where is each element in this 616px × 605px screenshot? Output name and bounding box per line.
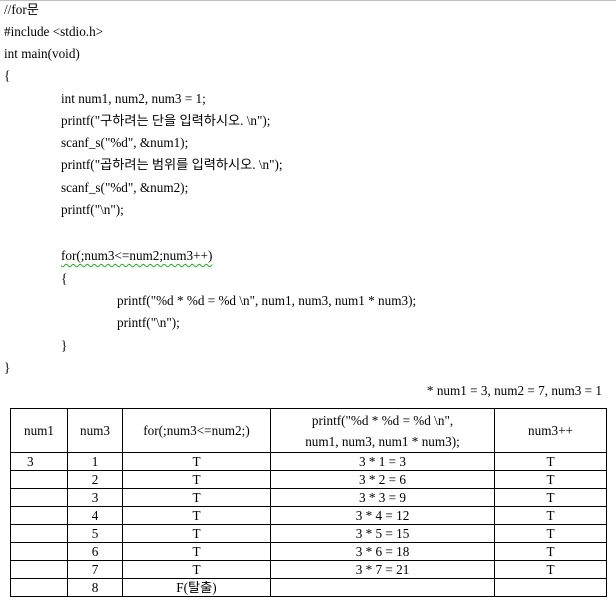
cell-num3: 6 — [67, 542, 123, 561]
variable-note: * num1 = 3, num2 = 7, num3 = 1 — [426, 383, 602, 398]
table-row: 3 T 3 * 3 = 9 T — [10, 488, 607, 507]
cell-num3: 1 — [67, 452, 123, 471]
code-line-for-open-brace: { — [61, 271, 68, 286]
code-line-printf-prompt1: printf("구하려는 단을 입력하시오. \n"); — [61, 113, 271, 128]
cell-increment: T — [494, 506, 607, 525]
code-line-scanf2: scanf_s("%d", &num2); — [61, 180, 189, 195]
code-line-close-brace: } — [4, 360, 11, 375]
code-line-for-close-brace: } — [61, 338, 68, 353]
header-printf-line1: printf("%d * %d = %d \n", — [311, 412, 454, 428]
code-line-printf-prompt2: printf("곱하려는 범위를 입력하시오. \n"); — [61, 157, 283, 172]
cell-output: 3 * 4 = 12 — [270, 506, 495, 525]
cell-output: 3 * 6 = 18 — [270, 542, 495, 561]
cell-num1 — [10, 560, 68, 579]
table-row: 2 T 3 * 2 = 6 T — [10, 470, 607, 489]
table-row: 6 T 3 * 6 = 18 T — [10, 542, 607, 561]
cell-condition: T — [122, 524, 271, 543]
header-printf: printf("%d * %d = %d \n", num1, num3, nu… — [270, 408, 495, 453]
code-line-for: for(;num3<=num2;num3++) — [61, 248, 213, 263]
cell-condition: F(탈출) — [122, 578, 271, 597]
cell-increment: T — [494, 470, 607, 489]
cell-num3: 7 — [67, 560, 123, 579]
cell-increment: T — [494, 524, 607, 543]
cell-num1 — [10, 542, 68, 561]
cell-num1 — [10, 488, 68, 507]
cell-condition: T — [122, 452, 271, 471]
cell-num3: 5 — [67, 524, 123, 543]
cell-condition: T — [122, 542, 271, 561]
cell-condition: T — [122, 488, 271, 507]
code-line-scanf1: scanf_s("%d", &num1); — [61, 135, 189, 150]
cell-output: 3 * 7 = 21 — [270, 560, 495, 579]
cell-condition: T — [122, 470, 271, 489]
cell-num1 — [10, 578, 68, 597]
header-num1: num1 — [10, 408, 68, 453]
code-line-comment: //for문 — [4, 2, 39, 17]
table-row: 5 T 3 * 5 = 15 T — [10, 524, 607, 543]
cell-increment: T — [494, 560, 607, 579]
trace-table-header-row: num1 num3 for(;num3<=num2;) printf("%d *… — [10, 408, 607, 453]
cell-num3: 3 — [67, 488, 123, 507]
cell-output — [270, 578, 495, 597]
cell-increment: T — [494, 542, 607, 561]
page-top-border — [0, 0, 616, 1]
cell-num3: 2 — [67, 470, 123, 489]
cell-num1 — [10, 470, 68, 489]
code-line-open-brace: { — [4, 68, 11, 83]
code-line-main: int main(void) — [4, 46, 80, 61]
code-line-declare: int num1, num2, num3 = 1; — [61, 91, 206, 106]
header-for-condition: for(;num3<=num2;) — [122, 408, 271, 453]
header-printf-line2: num1, num3, num1 * num3); — [305, 433, 460, 449]
cell-increment: T — [494, 452, 607, 471]
cell-num1 — [10, 506, 68, 525]
code-line-printf-newline: printf("\n"); — [61, 202, 124, 217]
code-line-include: #include <stdio.h> — [4, 24, 104, 39]
table-row: 3 1 T 3 * 1 = 3 T — [10, 452, 607, 471]
cell-num3: 8 — [67, 578, 123, 597]
trace-table: num1 num3 for(;num3<=num2;) printf("%d *… — [10, 408, 607, 597]
cell-condition: T — [122, 560, 271, 579]
cell-num3: 4 — [67, 506, 123, 525]
cell-output: 3 * 1 = 3 — [270, 452, 495, 471]
header-increment: num3++ — [494, 408, 607, 453]
table-row: 8 F(탈출) — [10, 578, 607, 597]
table-row: 4 T 3 * 4 = 12 T — [10, 506, 607, 525]
header-num3: num3 — [67, 408, 123, 453]
cell-num1 — [10, 524, 68, 543]
cell-output: 3 * 2 = 6 — [270, 470, 495, 489]
cell-condition: T — [122, 506, 271, 525]
cell-num1: 3 — [10, 452, 68, 471]
code-line-printf-newline2: printf("\n"); — [117, 315, 180, 330]
code-line-printf-result: printf("%d * %d = %d \n", num1, num3, nu… — [117, 293, 417, 308]
cell-increment: T — [494, 488, 607, 507]
table-row: 7 T 3 * 7 = 21 T — [10, 560, 607, 579]
cell-output: 3 * 3 = 9 — [270, 488, 495, 507]
cell-output: 3 * 5 = 15 — [270, 524, 495, 543]
cell-increment — [494, 578, 607, 597]
